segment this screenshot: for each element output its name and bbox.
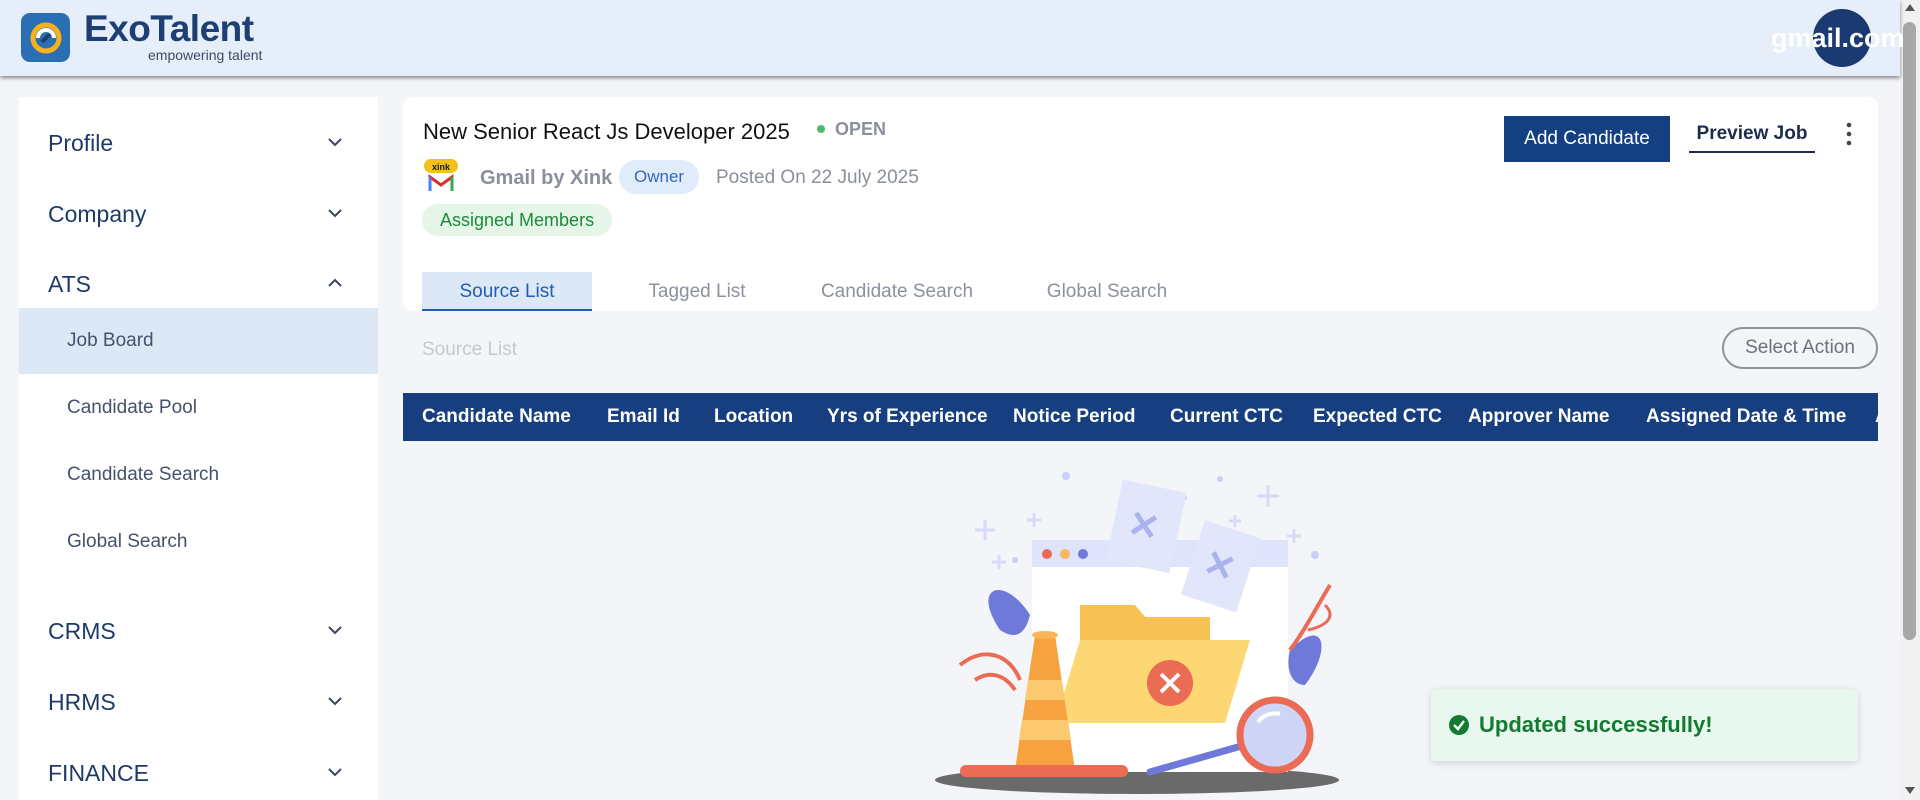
- sidebar-section-label: Profile: [48, 130, 114, 156]
- avatar-email-text: gmail.com: [1813, 23, 1871, 53]
- sidebar-item-candidate-pool[interactable]: Candidate Pool: [19, 375, 378, 441]
- column-header[interactable]: Current CTC: [1170, 406, 1283, 428]
- avatar[interactable]: gmail.com: [1813, 9, 1871, 67]
- chevron-up-icon: [328, 278, 342, 287]
- tab-source-list[interactable]: Source List: [422, 272, 592, 311]
- sidebar-item-label: Job Board: [67, 330, 154, 351]
- scrollbar-thumb[interactable]: [1903, 22, 1916, 640]
- logo-name[interactable]: ExoTalent: [84, 10, 254, 47]
- owner-badge: Owner: [619, 160, 700, 194]
- status-dot-icon: [817, 125, 825, 133]
- sidebar-item-label: Candidate Search: [67, 464, 220, 485]
- sidebar-section-crms[interactable]: CRMS: [19, 600, 378, 660]
- job-title: New Senior React Js Developer 2025: [423, 119, 790, 144]
- sidebar-section-label: CRMS: [48, 618, 116, 644]
- company-logo-icon: xink: [422, 157, 460, 195]
- sidebar-section-company[interactable]: Company: [19, 183, 378, 243]
- sidebar-item-global-search[interactable]: Global Search: [19, 509, 378, 575]
- user-menu[interactable]: gmail.com gmail.com: [1771, 9, 1905, 67]
- sidebar-section-hrms[interactable]: HRMS: [19, 671, 378, 731]
- sidebar-section-label: HRMS: [48, 689, 116, 715]
- sidebar-item-job-board[interactable]: Job Board: [19, 308, 378, 374]
- top-header: ExoTalent empowering talent gmail.com gm…: [0, 0, 1905, 76]
- column-header[interactable]: Expected CTC: [1313, 406, 1442, 428]
- toast-message: Updated successfully!: [1479, 712, 1713, 737]
- assigned-members-chip[interactable]: Assigned Members: [422, 204, 613, 236]
- empty-state-illustration: [935, 472, 1339, 794]
- sidebar-item-candidate-search[interactable]: Candidate Search: [19, 442, 378, 508]
- check-circle-icon: [1449, 715, 1469, 735]
- success-toast[interactable]: Updated successfully!: [1431, 689, 1858, 761]
- logo-tagline: empowering talent: [148, 47, 263, 63]
- more-options-icon[interactable]: [1841, 121, 1857, 147]
- job-card: New Senior React Js Developer 2025 OPEN …: [403, 97, 1878, 311]
- sidebar-item-label: Global Search: [67, 531, 188, 552]
- column-header[interactable]: Location: [714, 406, 793, 428]
- column-header[interactable]: Approver Name: [1468, 406, 1610, 428]
- chevron-down-icon: [328, 209, 342, 218]
- scroll-down-arrow-icon[interactable]: [1905, 787, 1915, 794]
- scroll-up-arrow-icon[interactable]: [1905, 4, 1915, 11]
- sidebar-section-profile[interactable]: Profile: [19, 112, 378, 172]
- tab-global-search[interactable]: Global Search: [1022, 272, 1192, 311]
- exotalent-logo-icon[interactable]: [21, 13, 70, 62]
- sidebar-item-label: Candidate Pool: [67, 397, 197, 418]
- chevron-down-icon: [328, 697, 342, 706]
- sidebar: Profile Company ATS Job Board Candidate …: [19, 97, 378, 800]
- sidebar-section-label: FINANCE: [48, 760, 149, 786]
- column-header[interactable]: A: [1875, 406, 1878, 428]
- column-header[interactable]: Notice Period: [1013, 406, 1135, 428]
- job-status-badge: OPEN: [835, 119, 887, 139]
- page-scrollbar[interactable]: [1900, 0, 1920, 800]
- chevron-down-icon: [328, 138, 342, 147]
- sidebar-section-label: Company: [48, 201, 147, 227]
- sidebar-section-finance[interactable]: FINANCE: [19, 742, 378, 800]
- column-header[interactable]: Candidate Name: [422, 406, 571, 428]
- company-logo-text: xink: [432, 162, 451, 172]
- sidebar-section-ats[interactable]: ATS: [19, 253, 378, 313]
- preview-job-button[interactable]: Preview Job: [1689, 123, 1815, 153]
- select-action-button[interactable]: Select Action: [1722, 327, 1878, 369]
- company-name: Gmail by Xink: [480, 167, 613, 189]
- tab-tagged-list[interactable]: Tagged List: [622, 272, 772, 311]
- list-title: Source List: [422, 339, 518, 360]
- add-candidate-button[interactable]: Add Candidate: [1504, 116, 1670, 162]
- column-header[interactable]: Assigned Date & Time: [1646, 406, 1846, 428]
- sidebar-section-label: ATS: [48, 271, 92, 297]
- chevron-down-icon: [328, 768, 342, 777]
- posted-date: Posted On 22 July 2025: [716, 167, 919, 188]
- column-header[interactable]: Email Id: [607, 406, 680, 428]
- tab-candidate-search[interactable]: Candidate Search: [802, 272, 992, 311]
- table-header: Candidate Name Email Id Location Yrs of …: [403, 393, 1878, 441]
- chevron-down-icon: [328, 626, 342, 635]
- column-header[interactable]: Yrs of Experience: [827, 406, 988, 428]
